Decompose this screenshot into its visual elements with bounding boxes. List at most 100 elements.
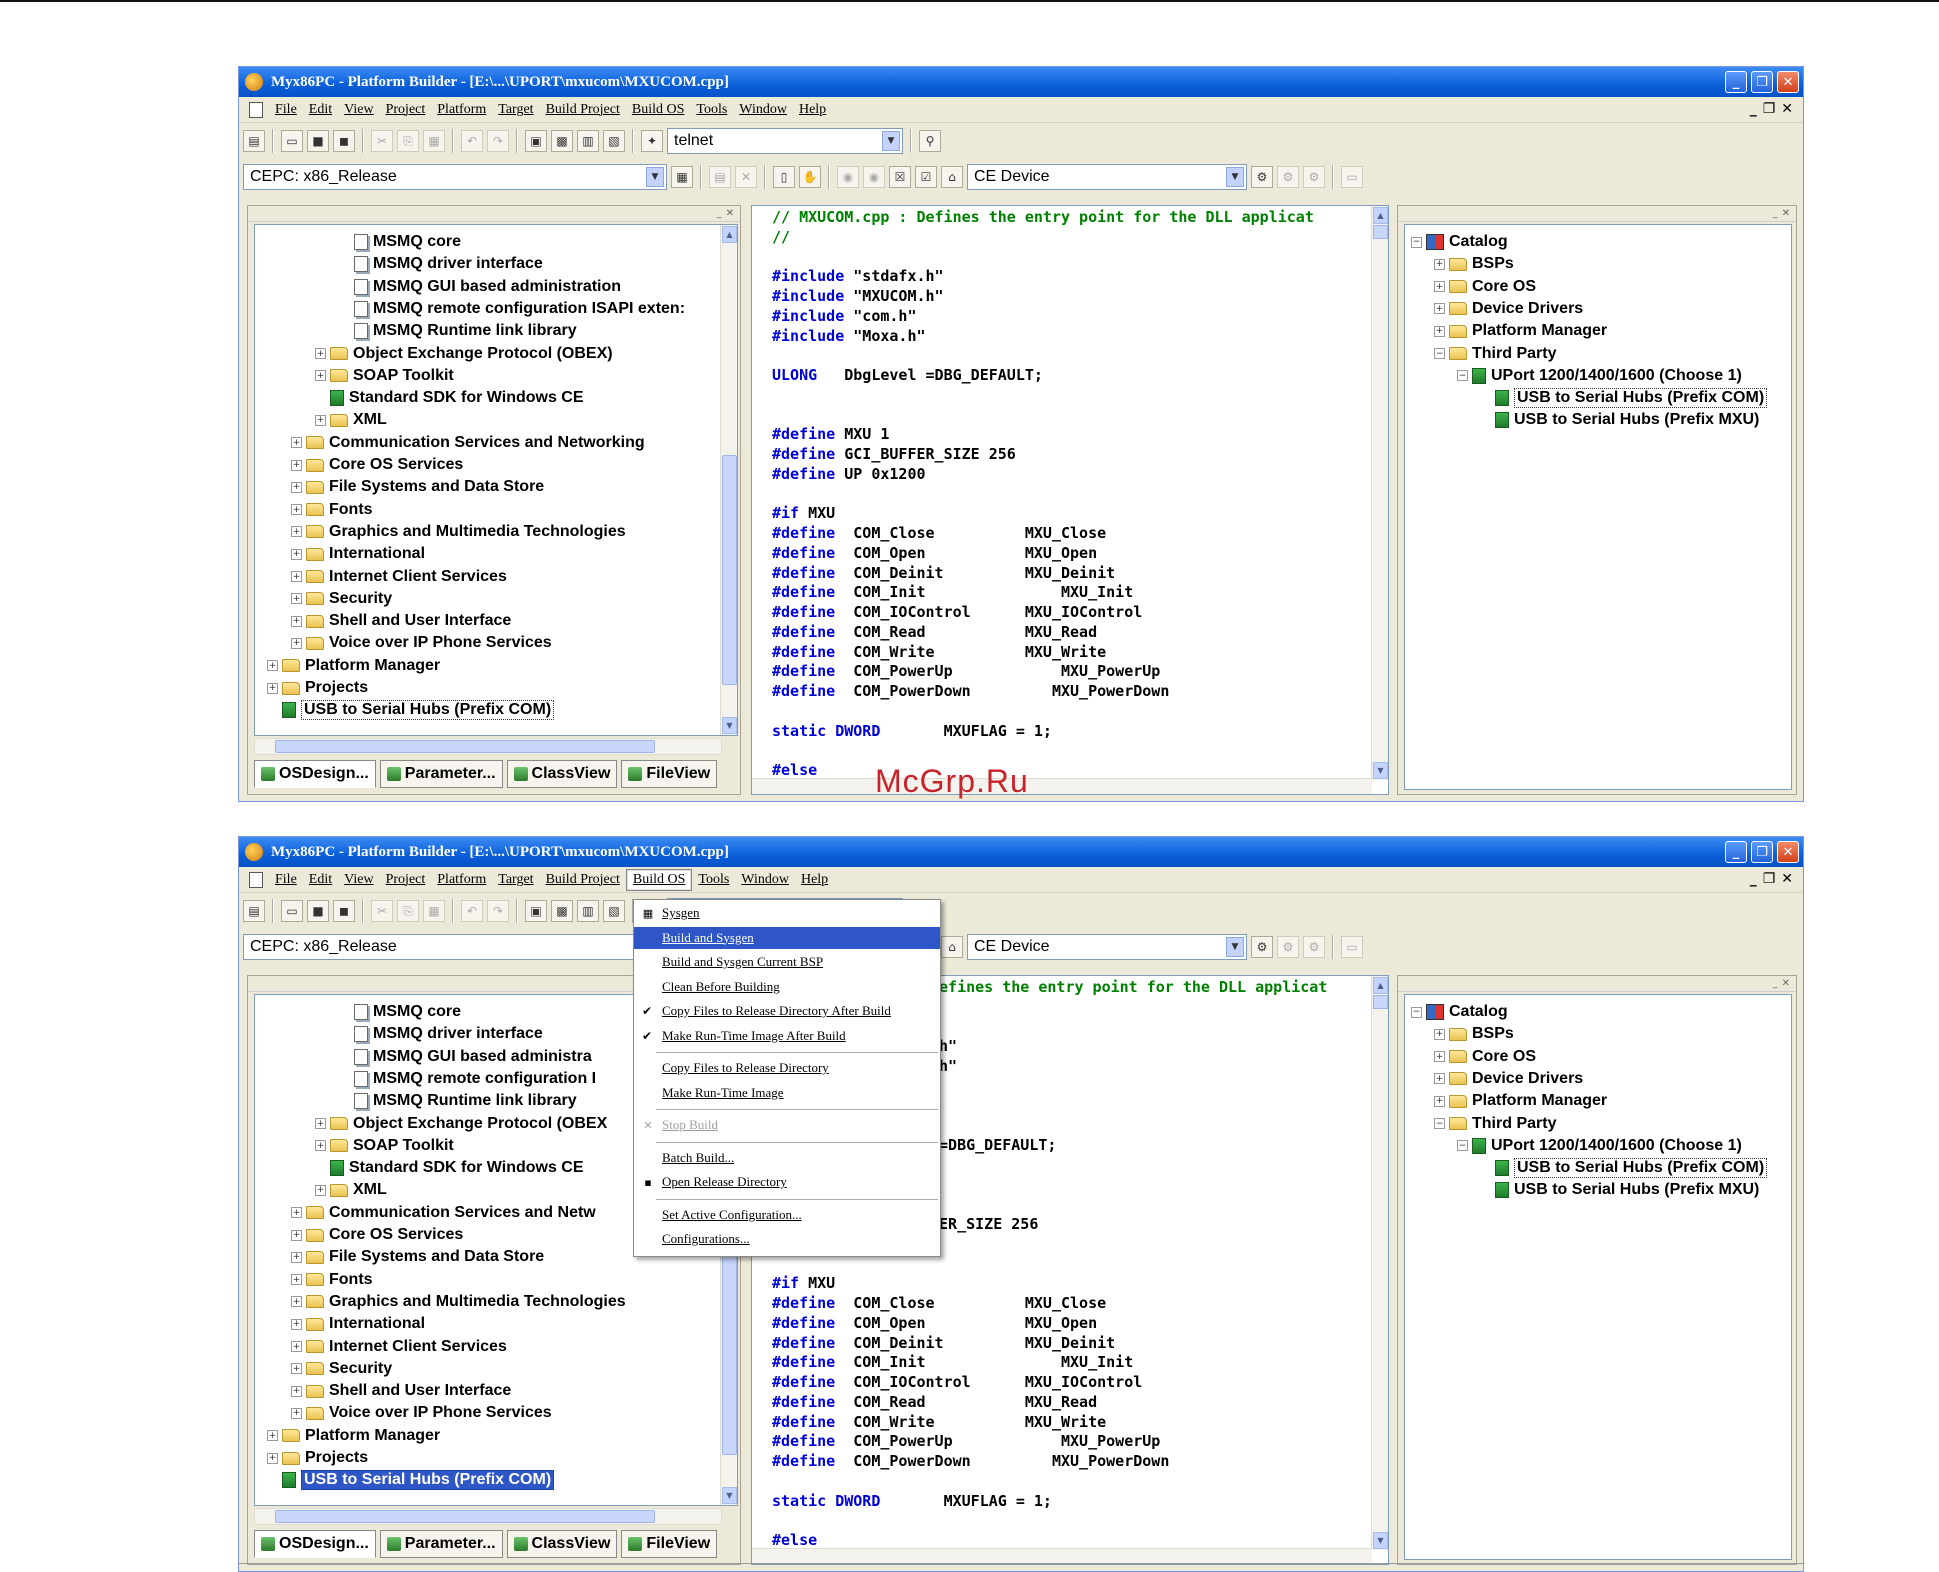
catalog-item[interactable]: + Device Drivers — [1434, 1068, 1583, 1090]
tree-item[interactable]: + International — [291, 543, 425, 565]
save-all-icon[interactable]: ◼ — [333, 130, 355, 152]
scroll-thumb[interactable] — [722, 1225, 737, 1455]
chevron-down-icon[interactable]: ▼ — [646, 167, 664, 187]
output-icon[interactable]: ▩ — [551, 900, 573, 922]
open-icon[interactable]: ▭ — [281, 900, 303, 922]
tree-item[interactable]: + XML — [315, 1179, 387, 1201]
disconnect-icon[interactable]: ⚙ — [1277, 936, 1299, 958]
expand-icon[interactable]: + — [315, 414, 326, 426]
editor-horizontal-scrollbar[interactable] — [752, 1548, 1372, 1564]
tree-item[interactable]: MSMQ core — [354, 1001, 461, 1023]
tree-item[interactable]: + Core OS Services — [291, 454, 463, 476]
tree-item[interactable]: + Projects — [267, 1447, 368, 1469]
expand-icon[interactable]: + — [267, 682, 278, 694]
mdi-minimize-button[interactable]: _ — [1750, 871, 1757, 887]
tab-osdesign[interactable]: OSDesign... — [254, 760, 376, 788]
catalog-item[interactable]: − Third Party — [1434, 343, 1556, 365]
menu-build-project[interactable]: Build Project — [540, 870, 626, 890]
menu-item-clean-before-building[interactable]: Clean Before Building — [634, 976, 940, 998]
tab-classview[interactable]: ClassView — [506, 760, 618, 788]
tree-item[interactable]: USB to Serial Hubs (Prefix COM) — [282, 699, 555, 721]
expand-icon[interactable]: + — [267, 1430, 278, 1442]
save-icon[interactable]: ■ — [307, 130, 329, 152]
minimize-button[interactable]: _ — [1725, 841, 1747, 863]
scroll-thumb[interactable] — [1373, 225, 1388, 239]
tree-item[interactable]: + Projects — [267, 677, 368, 699]
scroll-up-icon[interactable]: ▲ — [1373, 977, 1388, 994]
expand-icon[interactable]: + — [267, 660, 278, 672]
go-icon[interactable]: ◉ — [837, 166, 859, 188]
expand-icon[interactable]: + — [315, 370, 326, 382]
tree-item[interactable]: MSMQ remote configuration ISAPI exten: — [354, 298, 685, 320]
device-combo[interactable]: CE Device ▼ — [967, 934, 1247, 960]
expand-icon[interactable]: + — [291, 548, 302, 560]
menu-target[interactable]: Target — [492, 100, 539, 120]
close-button[interactable]: ✕ — [1777, 841, 1799, 863]
expand-icon[interactable]: + — [291, 504, 302, 516]
tab-classview[interactable]: ClassView — [506, 1530, 618, 1558]
catalog-item[interactable]: USB to Serial Hubs (Prefix MXU) — [1495, 1179, 1759, 1201]
mdi-restore-button[interactable]: ❐ — [1763, 871, 1776, 887]
tree-item[interactable]: + Voice over IP Phone Services — [291, 1402, 552, 1424]
tree-item[interactable]: + Platform Manager — [267, 1425, 440, 1447]
mdi-close-button[interactable]: ✕ — [1781, 871, 1793, 887]
scroll-thumb[interactable] — [722, 455, 737, 685]
target-control-icon[interactable]: ▭ — [1341, 936, 1363, 958]
tree-item[interactable]: Standard SDK for Windows CE — [330, 387, 584, 409]
catalog-item[interactable]: + BSPs — [1434, 1023, 1514, 1045]
catalog-item[interactable]: USB to Serial Hubs (Prefix COM) — [1495, 387, 1768, 409]
catalog-item[interactable]: − UPort 1200/1400/1600 (Choose 1) — [1457, 1135, 1742, 1157]
expand-icon[interactable]: + — [291, 1207, 302, 1219]
chevron-down-icon[interactable]: ▼ — [1226, 167, 1244, 187]
expand-icon[interactable]: − — [1434, 1118, 1445, 1129]
catalog-item[interactable]: + Platform Manager — [1434, 1090, 1607, 1112]
tree-item[interactable]: MSMQ driver interface — [354, 1023, 543, 1045]
panel-close-icon[interactable]: ✕ — [726, 208, 734, 219]
hand-icon[interactable]: ✋ — [799, 166, 821, 188]
catalog-toolbar-icon[interactable]: ▧ — [603, 130, 625, 152]
home-icon[interactable]: ⌂ — [941, 936, 963, 958]
tree-item[interactable]: + Security — [291, 1358, 392, 1380]
scroll-thumb[interactable] — [1373, 995, 1388, 1009]
tree-item[interactable]: MSMQ driver interface — [354, 253, 543, 275]
catalog-item[interactable]: + Core OS — [1434, 1046, 1536, 1068]
tree-item[interactable]: Standard SDK for Windows CE — [330, 1157, 584, 1179]
window-list-icon[interactable]: ▥ — [577, 130, 599, 152]
tree-item[interactable]: + XML — [315, 409, 387, 431]
tab-osdesign[interactable]: OSDesign... — [254, 1530, 376, 1558]
menu-view[interactable]: View — [338, 100, 379, 120]
menu-platform[interactable]: Platform — [431, 100, 492, 120]
tree-item[interactable]: + Graphics and Multimedia Technologies — [291, 521, 626, 543]
menu-item-make-run-time-image-after-build[interactable]: ✔ Make Run-Time Image After Build — [634, 1025, 940, 1047]
break-icon[interactable]: ☒ — [889, 166, 911, 188]
tab-fileview[interactable]: FileView — [621, 760, 718, 788]
expand-icon[interactable]: + — [1434, 1051, 1445, 1063]
undo-icon[interactable]: ↶ — [461, 130, 483, 152]
menu-project[interactable]: Project — [380, 100, 432, 120]
menu-help[interactable]: Help — [795, 870, 834, 890]
tree-item[interactable]: + Internet Client Services — [291, 566, 507, 588]
catalog-toolbar-icon[interactable]: ▧ — [603, 900, 625, 922]
undo-icon[interactable]: ↶ — [461, 900, 483, 922]
expand-icon[interactable]: + — [1434, 258, 1445, 270]
catalog-item[interactable]: − Third Party — [1434, 1113, 1556, 1135]
tree-item[interactable]: + Internet Client Services — [291, 1336, 507, 1358]
output-icon[interactable]: ▩ — [551, 130, 573, 152]
expand-icon[interactable]: + — [291, 1251, 302, 1263]
tree-item[interactable]: + Communication Services and Networking — [291, 432, 645, 454]
menu-build-project[interactable]: Build Project — [540, 100, 626, 120]
panel-minimize-icon[interactable]: _ — [717, 208, 722, 219]
close-button[interactable]: ✕ — [1777, 71, 1799, 93]
menu-item-build-and-sysgen-current-bsp[interactable]: Build and Sysgen Current BSP — [634, 951, 940, 973]
expand-icon[interactable]: + — [291, 1229, 302, 1241]
tree-item[interactable]: + Shell and User Interface — [291, 1380, 511, 1402]
expand-icon[interactable]: + — [291, 481, 302, 493]
expand-icon[interactable]: − — [1457, 1140, 1468, 1152]
tree-item[interactable]: + Shell and User Interface — [291, 610, 511, 632]
tree-item[interactable]: + Security — [291, 588, 392, 610]
editor-vertical-scrollbar[interactable]: ▲ ▼ — [1371, 206, 1388, 780]
menu-tools[interactable]: Tools — [690, 100, 733, 120]
step-icon[interactable]: ◉ — [863, 166, 885, 188]
expand-icon[interactable]: + — [315, 1184, 326, 1196]
scroll-up-icon[interactable]: ▲ — [722, 226, 737, 243]
